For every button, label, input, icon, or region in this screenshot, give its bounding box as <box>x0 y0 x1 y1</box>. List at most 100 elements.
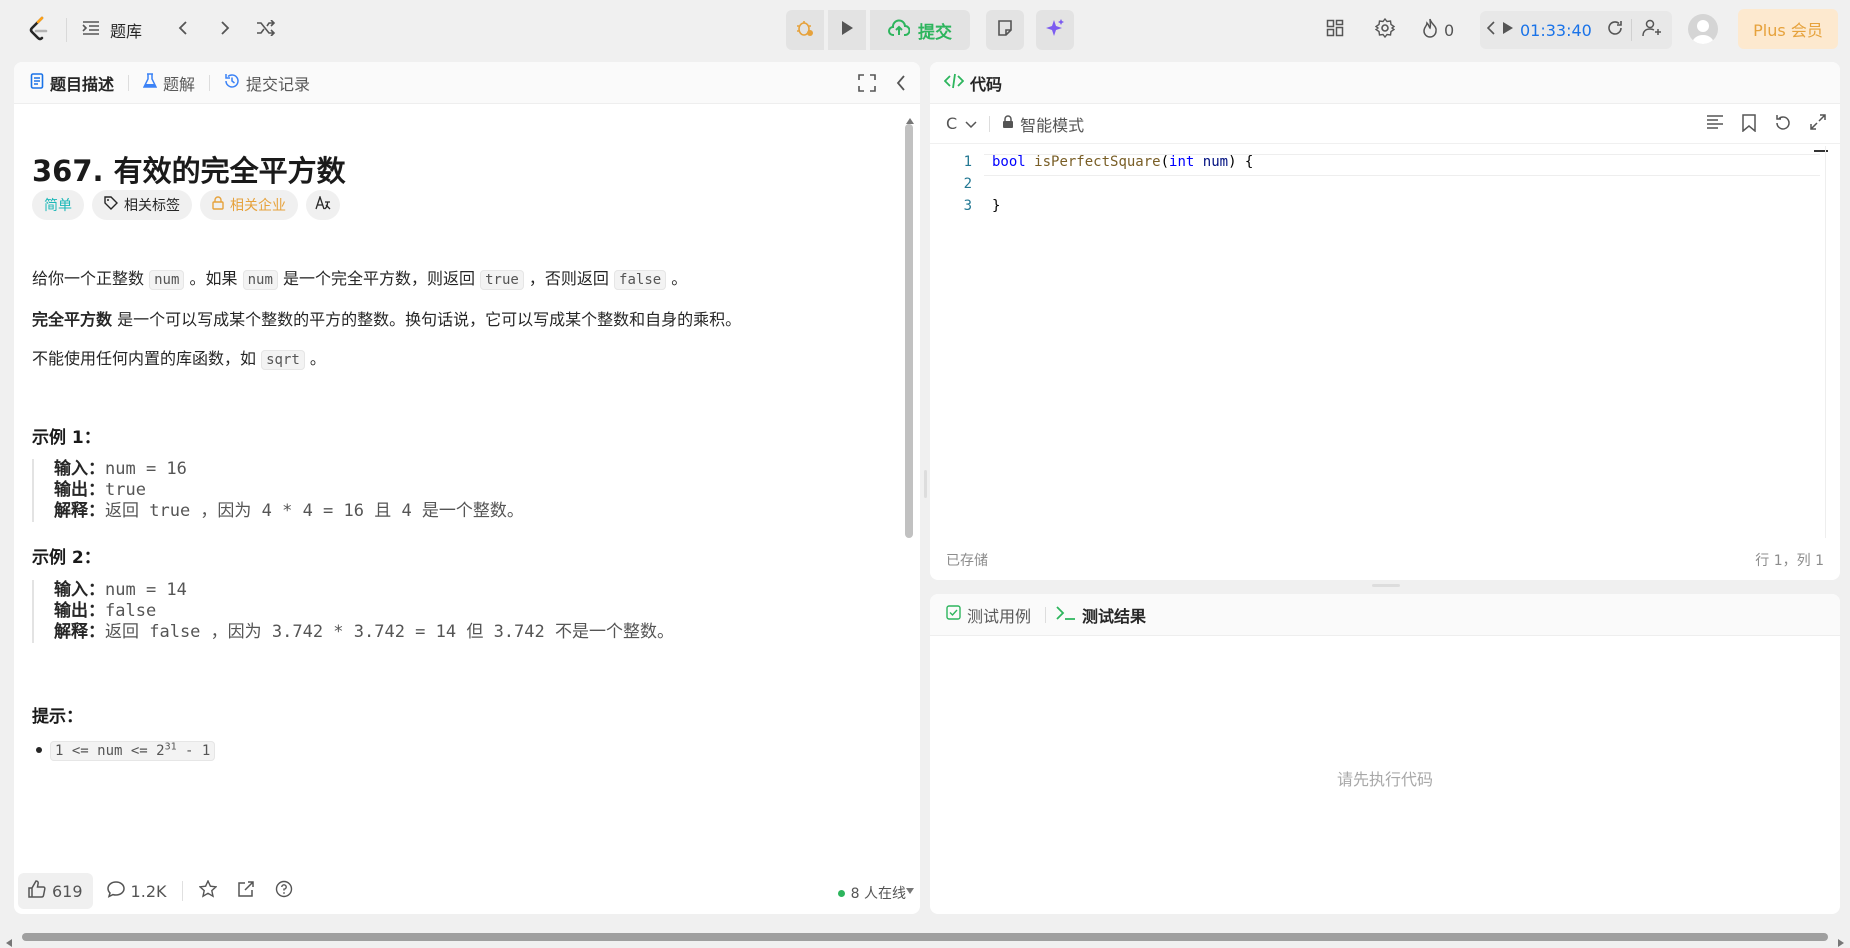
maximize-icon[interactable] <box>1810 114 1826 136</box>
comment-count: 1.2K <box>130 881 167 901</box>
chevron-down-icon <box>965 114 977 133</box>
scroll-left-arrow[interactable] <box>6 933 12 948</box>
collapse-panel-button[interactable] <box>896 74 906 96</box>
favorite-button[interactable] <box>189 873 227 909</box>
editor-toolbar: C 智能模式 <box>930 104 1840 144</box>
tab-test-result[interactable]: 测试结果 <box>1056 603 1146 627</box>
random-problem-button[interactable] <box>249 13 283 47</box>
timer-play-button[interactable]: 01:33:40 <box>1502 11 1599 49</box>
page-horizontal-scrollbar[interactable] <box>0 930 1850 947</box>
code-line[interactable]: 1 bool isPerfectSquare(int num) { <box>930 154 1840 176</box>
example-2-block: 输入：num = 14 输出：false 解释：返回 false ，因为 3.7… <box>32 580 674 643</box>
code-text: } <box>992 198 1001 214</box>
example-input: 输入：num = 14 <box>54 580 674 601</box>
plus-membership-button[interactable]: Plus 会员 <box>1738 9 1838 49</box>
line-number: 2 <box>963 176 972 192</box>
debug-button[interactable] <box>786 10 824 50</box>
example-output: 输出：false <box>54 601 674 622</box>
problem-list-label: 题库 <box>110 22 143 41</box>
code-line[interactable]: 2 <box>930 176 1840 198</box>
label: 输入： <box>54 459 105 479</box>
description-paragraph-1: 给你一个正整数 num 。如果 num 是一个完全平方数，则返回 true ，否… <box>32 265 688 290</box>
code-editor[interactable]: 1 bool isPerfectSquare(int num) { 2 3 } <box>930 154 1840 220</box>
results-panel: 测试用例 测试结果 请先执行代码 <box>930 594 1840 914</box>
shuffle-icon <box>256 19 276 40</box>
comments-button[interactable]: 1.2K <box>97 873 177 909</box>
label: 输出： <box>54 480 105 500</box>
prev-problem-button[interactable] <box>166 13 200 47</box>
related-tags-button[interactable]: 相关标签 <box>92 190 192 220</box>
layout-button[interactable] <box>1318 13 1352 47</box>
chevron-left-icon <box>178 20 188 40</box>
bottom-divider <box>182 881 184 901</box>
description-scrollbar[interactable] <box>904 110 914 894</box>
text: 。 <box>671 269 688 288</box>
difficulty-badge: 简单 <box>32 190 84 220</box>
inline-code: num <box>242 270 278 290</box>
format-code-icon[interactable] <box>1706 114 1724 136</box>
play-icon <box>840 20 854 40</box>
tab-testcase-label: 测试用例 <box>967 606 1032 626</box>
results-tabbar: 测试用例 测试结果 <box>930 594 1840 636</box>
text: - 1 <box>176 743 211 759</box>
like-button[interactable]: 619 <box>18 873 93 909</box>
line-number: 3 <box>963 198 972 214</box>
scroll-right-arrow[interactable] <box>1838 933 1844 948</box>
chevron-right-icon <box>220 20 230 40</box>
code-panel: 代码 C 智能模式 1 bool isPerfectSquare(int num… <box>930 62 1840 580</box>
gear-icon <box>1374 17 1396 42</box>
submit-label: 提交 <box>918 22 952 43</box>
empty-result-message: 请先执行代码 <box>1336 770 1433 789</box>
timer-reset-button[interactable] <box>1599 11 1631 49</box>
settings-button[interactable] <box>1368 13 1402 47</box>
tab-code[interactable]: 代码 <box>943 71 1002 95</box>
related-companies-button[interactable]: 相关企业 <box>200 190 298 220</box>
horizontal-resize-handle[interactable] <box>1372 584 1400 587</box>
text: 给你一个正整数 <box>32 269 145 288</box>
example-1-heading: 示例 1： <box>32 428 101 448</box>
sparkle-icon <box>1045 18 1065 42</box>
scroll-thumb[interactable] <box>905 124 913 538</box>
leetcode-logo[interactable] <box>26 14 52 46</box>
related-companies-label: 相关企业 <box>230 198 286 214</box>
language-select[interactable]: C <box>946 114 977 133</box>
example-explanation: 解释：返回 true ，因为 4 * 4 = 16 且 4 是一个整数。 <box>54 501 524 522</box>
streak-counter[interactable]: 0 <box>1422 13 1454 47</box>
help-button[interactable] <box>265 873 303 909</box>
code-line[interactable]: 3 } <box>930 198 1840 220</box>
code-text: bool isPerfectSquare(int num) { <box>992 154 1254 170</box>
share-button[interactable] <box>227 873 265 909</box>
smart-mode-label: 智能模式 <box>1020 115 1085 135</box>
value: num = 16 <box>105 459 187 479</box>
label: 解释： <box>54 501 105 521</box>
run-button[interactable] <box>828 10 866 50</box>
ai-assistant-button[interactable] <box>1036 10 1074 50</box>
invite-button[interactable] <box>1632 11 1672 49</box>
reset-code-icon[interactable] <box>1774 114 1792 136</box>
text: 。如果 <box>189 269 238 288</box>
scroll-thumb[interactable] <box>22 933 1828 941</box>
tab-testcase[interactable]: 测试用例 <box>946 603 1031 627</box>
value: 返回 true ，因为 4 * 4 = 16 且 4 是一个整数。 <box>105 501 524 521</box>
add-user-icon <box>1642 19 1662 41</box>
help-circle-icon <box>275 880 293 902</box>
example-input: 输入：num = 16 <box>54 459 524 480</box>
text: 是一个完全平方数，则返回 <box>283 269 476 288</box>
notes-button[interactable] <box>986 10 1024 50</box>
submit-button[interactable]: 提交 <box>870 10 970 50</box>
translate-button[interactable] <box>306 190 340 220</box>
value: false <box>105 601 157 621</box>
next-problem-button[interactable] <box>208 13 242 47</box>
comment-icon <box>106 880 125 902</box>
bookmark-icon[interactable] <box>1742 114 1756 136</box>
layout-grid-icon <box>1326 19 1344 41</box>
vertical-resize-handle[interactable] <box>924 470 927 498</box>
description-paragraph-2: 完全平方数 是一个可以写成某个整数的平方的整数。换句话说，它可以写成某个整数和自… <box>32 306 741 330</box>
problem-title: 367. 有效的完全平方数 <box>32 154 346 188</box>
problem-list-button[interactable]: 题库 <box>82 14 142 46</box>
avatar[interactable] <box>1688 14 1718 44</box>
editor-scrollbar[interactable] <box>1825 146 1826 538</box>
timer-collapse-button[interactable] <box>1480 11 1502 49</box>
smart-mode-toggle[interactable]: 智能模式 <box>1002 112 1084 136</box>
text: 1 <= num <= 2 <box>55 743 165 759</box>
